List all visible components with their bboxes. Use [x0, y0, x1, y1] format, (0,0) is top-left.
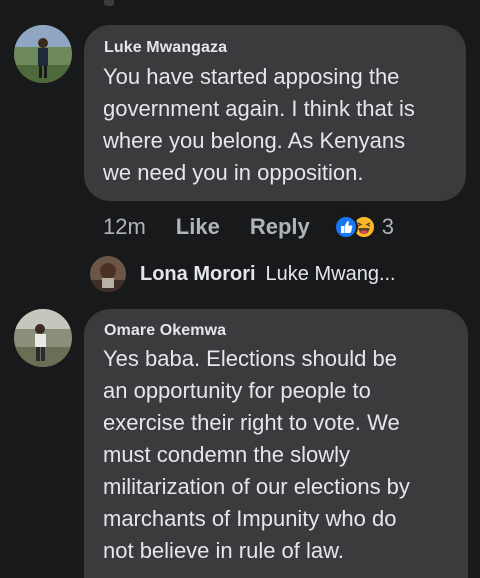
- reaction-summary[interactable]: 3: [333, 214, 394, 240]
- comment-thread: Luke Mwangaza You have started apposing …: [0, 0, 480, 578]
- previous-comment-edge: [104, 0, 114, 6]
- comment-text: Yes baba. Elections should be an opportu…: [103, 346, 410, 563]
- comment-text: You have started apposing the government…: [103, 64, 415, 185]
- reply-snippet: Luke Mwang...: [265, 262, 396, 285]
- avatar[interactable]: [14, 25, 72, 83]
- reply-button[interactable]: Reply: [250, 214, 310, 240]
- comment-author[interactable]: Luke Mwangaza: [104, 39, 227, 57]
- comment-actions: 12m Like Reply 3: [103, 212, 394, 242]
- reply-preview[interactable]: Lona Morori Luke Mwang...: [90, 255, 396, 293]
- avatar: [90, 256, 126, 292]
- comment-timestamp[interactable]: 12m: [103, 214, 146, 240]
- reply-author[interactable]: Lona Morori: [140, 263, 256, 286]
- avatar[interactable]: [14, 309, 72, 367]
- reaction-count: 3: [381, 214, 394, 239]
- like-button[interactable]: Like: [176, 214, 220, 240]
- like-icon: [333, 215, 358, 239]
- comment-author[interactable]: Omare Okemwa: [104, 322, 226, 340]
